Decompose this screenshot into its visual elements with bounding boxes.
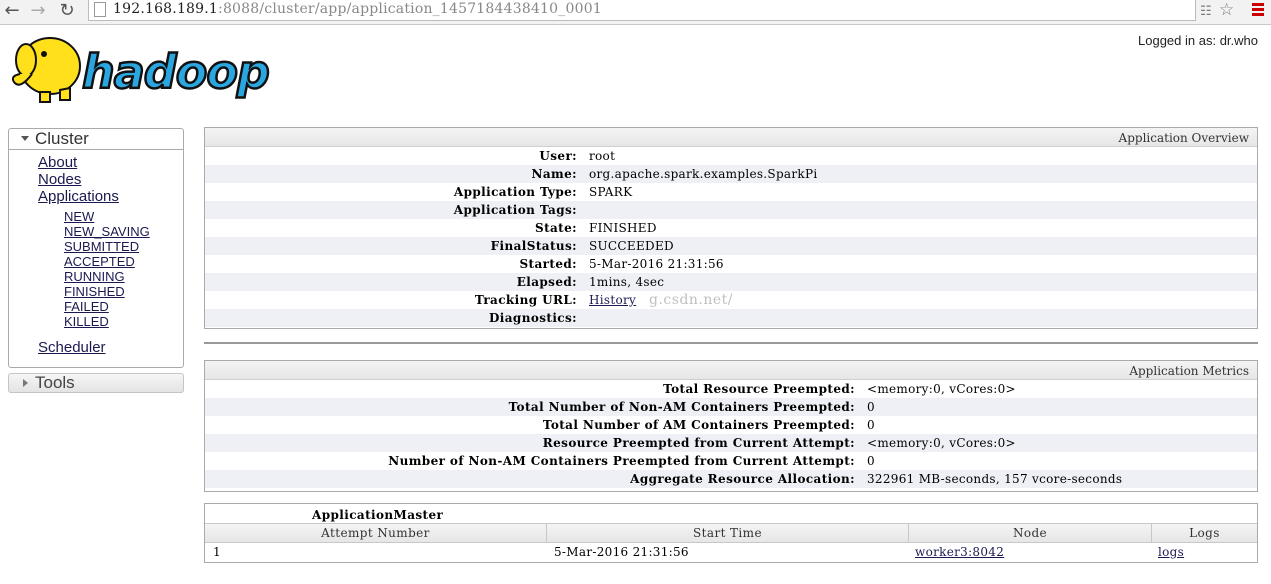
url-text[interactable]: 192.168.189.1:8088/cluster/app/applicati… (113, 0, 602, 20)
info-value: 0 (867, 454, 875, 468)
sidebar-item-applications[interactable]: Applications (38, 188, 119, 205)
col-start-time[interactable]: Start Time (547, 524, 909, 542)
attempts-caption: ApplicationMaster (312, 508, 444, 522)
info-value: SUCCEEDED (589, 239, 674, 253)
attempts-table-header: Attempt Number Start Time Node Logs (205, 523, 1257, 543)
info-key: Name: (531, 167, 577, 181)
info-key: Application Tags: (453, 203, 577, 217)
info-key: Total Number of AM Containers Preempted: (542, 418, 855, 432)
menu-icon[interactable] (1252, 3, 1264, 16)
col-node[interactable]: Node (909, 524, 1152, 542)
info-row: Application Type: SPARK (205, 183, 1257, 201)
application-metrics-panel: Application Metrics Total Resource Preem… (204, 360, 1258, 492)
info-row: User: root (205, 147, 1257, 165)
address-bar[interactable]: 192.168.189.1:8088/cluster/app/applicati… (88, 0, 1196, 21)
sidebar-state-killed[interactable]: KILLED (64, 314, 109, 329)
info-value: <memory:0, vCores:0> (867, 382, 1016, 396)
sidebar-cluster-title: Cluster (35, 129, 89, 148)
bookmark-star-icon[interactable]: ☆ (1219, 0, 1234, 20)
col-attempt-number[interactable]: Attempt Number (205, 524, 547, 542)
url-path: :8088/cluster/app/application_1457184438… (218, 1, 602, 17)
overview-title: Application Overview (205, 128, 1257, 147)
info-key: FinalStatus: (490, 239, 577, 253)
url-host: 192.168.189.1 (113, 1, 219, 17)
info-row: Aggregate Resource Allocation: 322961 MB-… (205, 470, 1257, 488)
section-divider (204, 342, 1258, 344)
info-value: 1mins, 4sec (589, 275, 665, 289)
sidebar-tools-title: Tools (35, 373, 75, 392)
sidebar-state-failed[interactable]: FAILED (64, 299, 109, 314)
info-row: Application Tags: (205, 201, 1257, 219)
sidebar-state-finished[interactable]: FINISHED (64, 284, 125, 299)
info-row: Tracking URL: History g.csdn.net/ (205, 291, 1257, 309)
info-value: root (589, 149, 616, 163)
sidebar-tools[interactable]: Tools (8, 373, 184, 393)
browser-toolbar: ← → ↻ 192.168.189.1:8088/cluster/app/app… (0, 0, 1271, 25)
info-value: <memory:0, vCores:0> (867, 436, 1016, 450)
info-value: 322961 MB-seconds, 157 vcore-seconds (867, 472, 1123, 486)
info-key: Application Type: (453, 185, 577, 199)
info-key: Total Resource Preempted: (663, 382, 855, 396)
sidebar-state-running[interactable]: RUNNING (64, 269, 125, 284)
col-logs[interactable]: Logs (1152, 524, 1257, 542)
table-row: 1 5-Mar-2016 21:31:56 worker3:8042 logs (205, 542, 1257, 560)
sidebar-state-submitted[interactable]: SUBMITTED (64, 239, 139, 254)
info-key: Tracking URL: (474, 293, 577, 307)
info-row: Number of Non-AM Containers Preempted fr… (205, 452, 1257, 470)
sidebar-item-about[interactable]: About (38, 154, 77, 171)
info-key: User: (539, 149, 577, 163)
logged-in-user: Logged in as: dr.who (1138, 33, 1258, 48)
info-value: 5-Mar-2016 21:31:56 (589, 257, 724, 271)
info-value: org.apache.spark.examples.SparkPi (589, 167, 818, 181)
hadoop-wordmark: hadoop (82, 45, 269, 99)
page-icon (94, 2, 106, 17)
reload-icon[interactable]: ↻ (57, 0, 77, 22)
info-row: Diagnostics: (205, 309, 1257, 327)
forward-icon[interactable]: → (28, 0, 48, 22)
info-row: Started: 5-Mar-2016 21:31:56 (205, 255, 1257, 273)
info-value: SPARK (589, 185, 633, 199)
hadoop-logo[interactable]: hadoop (10, 30, 310, 109)
info-row: Name: org.apache.spark.examples.SparkPi (205, 165, 1257, 183)
sidebar-state-new[interactable]: NEW (64, 209, 94, 224)
info-key: Number of Non-AM Containers Preempted fr… (388, 454, 855, 468)
info-value: FINISHED (589, 221, 657, 235)
info-key: Elapsed: (516, 275, 577, 289)
attempt-start-time: 5-Mar-2016 21:31:56 (554, 545, 689, 559)
info-key: Diagnostics: (488, 311, 577, 325)
expand-down-icon (21, 136, 29, 141)
sidebar-item-scheduler[interactable]: Scheduler (38, 339, 106, 356)
info-key: Resource Preempted from Current Attempt: (542, 436, 855, 450)
info-row: Total Number of Non-AM Containers Preemp… (205, 398, 1257, 416)
attempts-table: ApplicationMaster Attempt Number Start T… (204, 503, 1258, 563)
info-row: Resource Preempted from Current Attempt:… (205, 434, 1257, 452)
info-key: Total Number of Non-AM Containers Preemp… (508, 400, 855, 414)
tracking-url-link[interactable]: History (589, 293, 636, 307)
logs-link[interactable]: logs (1158, 545, 1184, 559)
info-key: Aggregate Resource Allocation: (630, 472, 855, 486)
attempt-number: 1 (213, 545, 221, 559)
info-value: History g.csdn.net/ (589, 291, 733, 309)
sidebar-cluster: Cluster About Nodes Applications NEW NEW… (8, 128, 184, 368)
translate-icon[interactable]: ☷ (1200, 2, 1212, 22)
info-row: Total Resource Preempted: <memory:0, vCor… (205, 380, 1257, 398)
info-row: Elapsed: 1mins, 4sec (205, 273, 1257, 291)
metrics-title: Application Metrics (205, 361, 1257, 380)
info-row: Total Number of AM Containers Preempted:… (205, 416, 1257, 434)
sidebar-cluster-header[interactable]: Cluster (9, 129, 183, 150)
sidebar-state-accepted[interactable]: ACCEPTED (64, 254, 135, 269)
node-link[interactable]: worker3:8042 (915, 545, 1004, 559)
expand-right-icon (23, 379, 28, 387)
back-icon[interactable]: ← (2, 0, 22, 22)
info-row: State: FINISHED (205, 219, 1257, 237)
info-key: State: (535, 221, 577, 235)
info-value: 0 (867, 418, 875, 432)
watermark-text: g.csdn.net/ (649, 292, 734, 308)
info-value: 0 (867, 400, 875, 414)
sidebar-item-nodes[interactable]: Nodes (38, 171, 81, 188)
application-overview-panel: Application Overview User: root Name: org.a… (204, 127, 1258, 329)
sidebar-state-new-saving[interactable]: NEW_SAVING (64, 224, 150, 239)
info-key: Started: (519, 257, 577, 271)
info-row: FinalStatus: SUCCEEDED (205, 237, 1257, 255)
